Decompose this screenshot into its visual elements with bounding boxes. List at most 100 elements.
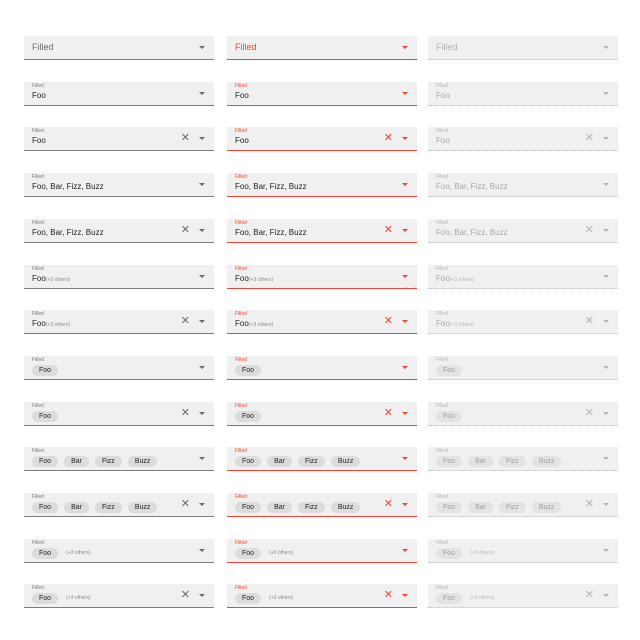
close-icon[interactable]: ✕ [181, 498, 190, 510]
chevron-down-icon[interactable] [199, 229, 205, 232]
select-field-disabled: Filled Foo Bar Fizz Buzz ✕ [428, 493, 618, 517]
chevron-down-icon[interactable] [199, 92, 205, 95]
select-field-default[interactable]: FilledFoo(+3 others)✕ [24, 310, 214, 334]
chevron-down-icon[interactable] [199, 412, 205, 415]
chevron-down-icon[interactable] [402, 457, 408, 460]
select-label: Filled [436, 266, 448, 272]
select-field-error[interactable]: FilledFoo(+3 others)✕ [227, 310, 417, 334]
select-field-error[interactable]: Filled Foo ✕ [227, 127, 417, 151]
close-icon[interactable]: ✕ [181, 589, 190, 601]
chip: Foo [436, 364, 463, 376]
close-icon[interactable]: ✕ [384, 132, 393, 144]
chevron-down-icon[interactable] [402, 137, 408, 140]
close-icon[interactable]: ✕ [181, 407, 190, 419]
select-label: Filled [32, 128, 44, 134]
select-value: Foo(+3 others) [32, 319, 70, 330]
select-field-error[interactable]: FilledFoo(+3 others)✕ [227, 584, 417, 608]
more-count: (+3 others) [248, 322, 274, 328]
chip-list: Foo Bar Fizz Buzz [436, 455, 567, 467]
chevron-down-icon[interactable] [199, 503, 205, 506]
select-value: Foo(+3 others) [32, 274, 70, 285]
select-label: Filled [32, 357, 44, 363]
chevron-down-icon[interactable] [402, 229, 408, 232]
chevron-down-icon[interactable] [199, 275, 205, 278]
close-icon[interactable]: ✕ [181, 224, 190, 236]
chevron-down-icon[interactable] [199, 320, 205, 323]
chevron-down-icon[interactable] [402, 183, 408, 186]
chevron-down-icon[interactable] [199, 137, 205, 140]
chip: Buzz [531, 501, 562, 513]
select-field-default[interactable]: Filled Foo Bar Fizz Buzz [24, 447, 214, 471]
select-value-text: Foo [235, 136, 249, 145]
select-field-disabled: Filled [428, 36, 618, 60]
chevron-down-icon[interactable] [402, 92, 408, 95]
chevron-down-icon [603, 46, 609, 49]
select-field-default[interactable]: Filled Foo, Bar, Fizz, Buzz [24, 173, 214, 197]
select-value: Foo [436, 91, 450, 101]
close-icon: ✕ [584, 407, 594, 419]
chevron-down-icon[interactable] [402, 503, 408, 506]
select-value-text: Foo, Bar, Fizz, Buzz [436, 182, 508, 191]
chip: Fizz [498, 501, 526, 513]
select-field-default[interactable]: Filled Foo [24, 82, 214, 106]
chevron-down-icon[interactable] [199, 457, 205, 460]
chevron-down-icon[interactable] [402, 320, 408, 323]
more-count: (+3 others) [470, 550, 495, 556]
close-icon[interactable]: ✕ [384, 224, 393, 236]
select-field-error[interactable]: FilledFoo(+3 others) [227, 539, 417, 563]
select-value-text: Foo, Bar, Fizz, Buzz [235, 228, 307, 237]
chevron-down-icon[interactable] [402, 46, 408, 49]
close-icon[interactable]: ✕ [181, 315, 190, 327]
chip-list: Foo (+3 others) [235, 592, 293, 604]
chevron-down-icon[interactable] [402, 412, 408, 415]
select-field-default[interactable]: FilledFoo(+3 others) [24, 265, 214, 289]
select-field-default[interactable]: Filled Foo ✕ [24, 127, 214, 151]
chevron-down-icon[interactable] [199, 183, 205, 186]
select-value: Foo(+3 others) [436, 274, 474, 285]
select-label: Filled [436, 83, 448, 89]
chevron-down-icon[interactable] [402, 275, 408, 278]
select-field-error[interactable]: Filled Foo ✕ [227, 402, 417, 426]
select-field-default[interactable]: FilledFoo(+3 others)✕ [24, 584, 214, 608]
close-icon[interactable]: ✕ [384, 589, 393, 601]
close-icon[interactable]: ✕ [384, 498, 393, 510]
select-value-text: Foo [32, 91, 46, 100]
chevron-down-icon[interactable] [402, 594, 408, 597]
select-field-default[interactable]: Filled [24, 36, 214, 60]
select-field-default[interactable]: Filled Foo Bar Fizz Buzz ✕ [24, 493, 214, 517]
select-label: Filled [235, 174, 247, 180]
select-label: Filled [436, 403, 448, 409]
select-field-disabled: Filled Foo Bar Fizz Buzz [428, 447, 618, 471]
select-value: Foo, Bar, Fizz, Buzz [32, 182, 104, 192]
chevron-down-icon[interactable] [199, 46, 205, 49]
close-icon[interactable]: ✕ [181, 132, 190, 144]
select-label: Filled [436, 585, 448, 591]
select-field-error[interactable]: FilledFoo(+3 others) [227, 265, 417, 289]
select-label: Filled [32, 403, 44, 409]
select-field-error[interactable]: Filled Foo [227, 82, 417, 106]
close-icon[interactable]: ✕ [384, 315, 393, 327]
chevron-down-icon [603, 457, 609, 460]
select-field-error[interactable]: Filled Foo, Bar, Fizz, Buzz ✕ [227, 219, 417, 243]
select-label: Filled [235, 403, 247, 409]
select-label: Filled [32, 174, 44, 180]
chevron-down-icon[interactable] [199, 366, 205, 369]
chevron-down-icon[interactable] [402, 549, 408, 552]
select-field-default[interactable]: Filled Foo ✕ [24, 402, 214, 426]
select-field-error[interactable]: Filled Foo, Bar, Fizz, Buzz [227, 173, 417, 197]
select-field-error[interactable]: Filled Foo Bar Fizz Buzz [227, 447, 417, 471]
close-icon: ✕ [584, 315, 594, 327]
chevron-down-icon[interactable] [199, 549, 205, 552]
chevron-down-icon[interactable] [199, 594, 205, 597]
select-field-error[interactable]: Filled [227, 36, 417, 60]
select-field-error[interactable]: Filled Foo [227, 356, 417, 380]
select-label: Filled [235, 220, 247, 226]
select-field-default[interactable]: Filled Foo [24, 356, 214, 380]
select-field-default[interactable]: Filled Foo, Bar, Fizz, Buzz ✕ [24, 219, 214, 243]
chip: Foo [436, 547, 463, 559]
select-field-default[interactable]: FilledFoo(+3 others) [24, 539, 214, 563]
select-value-text: Foo [32, 136, 46, 145]
close-icon[interactable]: ✕ [384, 407, 393, 419]
select-field-error[interactable]: Filled Foo Bar Fizz Buzz ✕ [227, 493, 417, 517]
chevron-down-icon[interactable] [402, 366, 408, 369]
